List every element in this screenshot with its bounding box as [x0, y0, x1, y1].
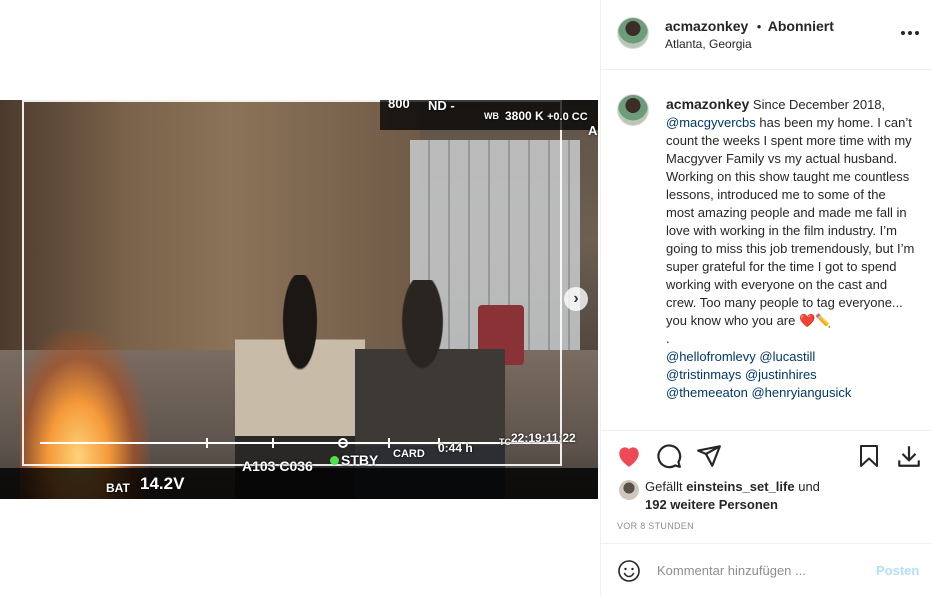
post-media: 800 ND - WB 3800 K +0.0 CC A BAT 14.2V A…	[0, 0, 600, 596]
post-comment-button[interactable]: Posten	[876, 563, 919, 578]
header-line: acmazonkey • Abonniert	[665, 18, 834, 36]
download-icon	[898, 446, 920, 467]
hud-tint: +0.0 CC	[547, 111, 588, 123]
post-photo[interactable]: 800 ND - WB 3800 K +0.0 CC A BAT 14.2V A…	[0, 100, 598, 499]
comment-button[interactable]	[655, 442, 683, 470]
standby-dot-icon	[330, 456, 339, 465]
hud-iso: 800	[388, 100, 410, 111]
likes-connector: und	[798, 479, 820, 494]
caption-tag[interactable]: @henryiangusick	[751, 385, 851, 400]
caption-line1: Since December 2018,	[752, 97, 886, 112]
location-link[interactable]: Atlanta, Georgia	[665, 37, 752, 51]
next-image-button[interactable]: ›	[564, 287, 588, 311]
post-header: acmazonkey • Abonniert Atlanta, Georgia	[601, 0, 932, 70]
save-button[interactable]	[855, 442, 883, 470]
hud-tc-label: TC	[499, 437, 511, 447]
share-button[interactable]	[695, 442, 723, 470]
caption-text: acmazonkey Since December 2018, @macgyve…	[666, 95, 916, 402]
paper-plane-icon	[697, 445, 721, 467]
download-button[interactable]	[895, 442, 923, 470]
likes-prefix: Gefällt	[645, 479, 683, 494]
comment-bar: Kommentar hinzufügen ... Posten	[601, 543, 932, 596]
more-horizontal-icon[interactable]	[899, 24, 921, 44]
follow-status-button[interactable]: Abonniert	[768, 18, 834, 34]
caption-tag[interactable]: @themeeaton	[666, 385, 748, 400]
caption-tag[interactable]: @lucastill	[759, 349, 815, 364]
caption-avatar[interactable]	[617, 94, 649, 126]
hud-card: CARD	[393, 448, 425, 460]
likes-count-link[interactable]: 192 weitere Personen	[645, 497, 778, 512]
hud-bat-value: 14.2V	[140, 474, 185, 493]
header-username[interactable]: acmazonkey	[665, 18, 748, 34]
hud-bat-label: BAT	[106, 481, 130, 495]
caption-tag[interactable]: @tristinmays	[666, 367, 741, 382]
caption-area: acmazonkey Since December 2018, @macgyve…	[601, 71, 932, 431]
camera-frame-guide	[22, 100, 562, 466]
chevron-right-icon: ›	[573, 290, 579, 307]
hud-timecode: 22:19:11:22	[511, 431, 576, 445]
bookmark-icon	[860, 445, 878, 467]
heart-filled-icon	[619, 447, 639, 467]
caption-tag[interactable]: @hellofromlevy	[666, 349, 756, 364]
liker-username[interactable]: einsteins_set_life	[686, 479, 794, 494]
smiley-icon	[618, 560, 640, 582]
emoji-picker-button[interactable]	[617, 559, 641, 588]
hud-wb-value: 3800 K	[505, 109, 544, 123]
avatar[interactable]	[617, 17, 649, 49]
hud-remaining: 0:44 h	[438, 441, 473, 455]
caption-username[interactable]: acmazonkey	[666, 96, 749, 112]
caption-emoji: ❤️✏️	[798, 313, 832, 328]
caption-body: has been my home. I can’t count the week…	[666, 115, 915, 328]
instagram-post-view: 800 ND - WB 3800 K +0.0 CC A BAT 14.2V A…	[0, 0, 932, 596]
hud-rec-status: STBY	[330, 452, 378, 468]
post-sidebar: acmazonkey • Abonniert Atlanta, Georgia …	[600, 0, 932, 596]
hud-wb-label: WB	[484, 111, 499, 121]
hud-nd: ND -	[428, 100, 455, 113]
header-separator: •	[756, 19, 762, 34]
caption-mention[interactable]: @macgyvercbs	[666, 115, 756, 130]
caption-dot: .	[666, 331, 670, 346]
post-timestamp[interactable]: VOR 8 STUNDEN	[617, 521, 694, 531]
like-button[interactable]	[615, 442, 643, 470]
caption-tag[interactable]: @justinhires	[745, 367, 817, 382]
hud-a: A	[588, 123, 598, 138]
comment-input[interactable]: Kommentar hinzufügen ...	[657, 563, 806, 578]
comment-icon	[657, 444, 682, 469]
action-bar	[601, 432, 932, 482]
timeline-ruler	[40, 438, 560, 454]
hud-rec-status-text: STBY	[341, 452, 379, 468]
likes-summary: Gefällt einsteins_set_life und 192 weite…	[617, 478, 917, 514]
hud-clip: A103 C036	[242, 458, 313, 474]
